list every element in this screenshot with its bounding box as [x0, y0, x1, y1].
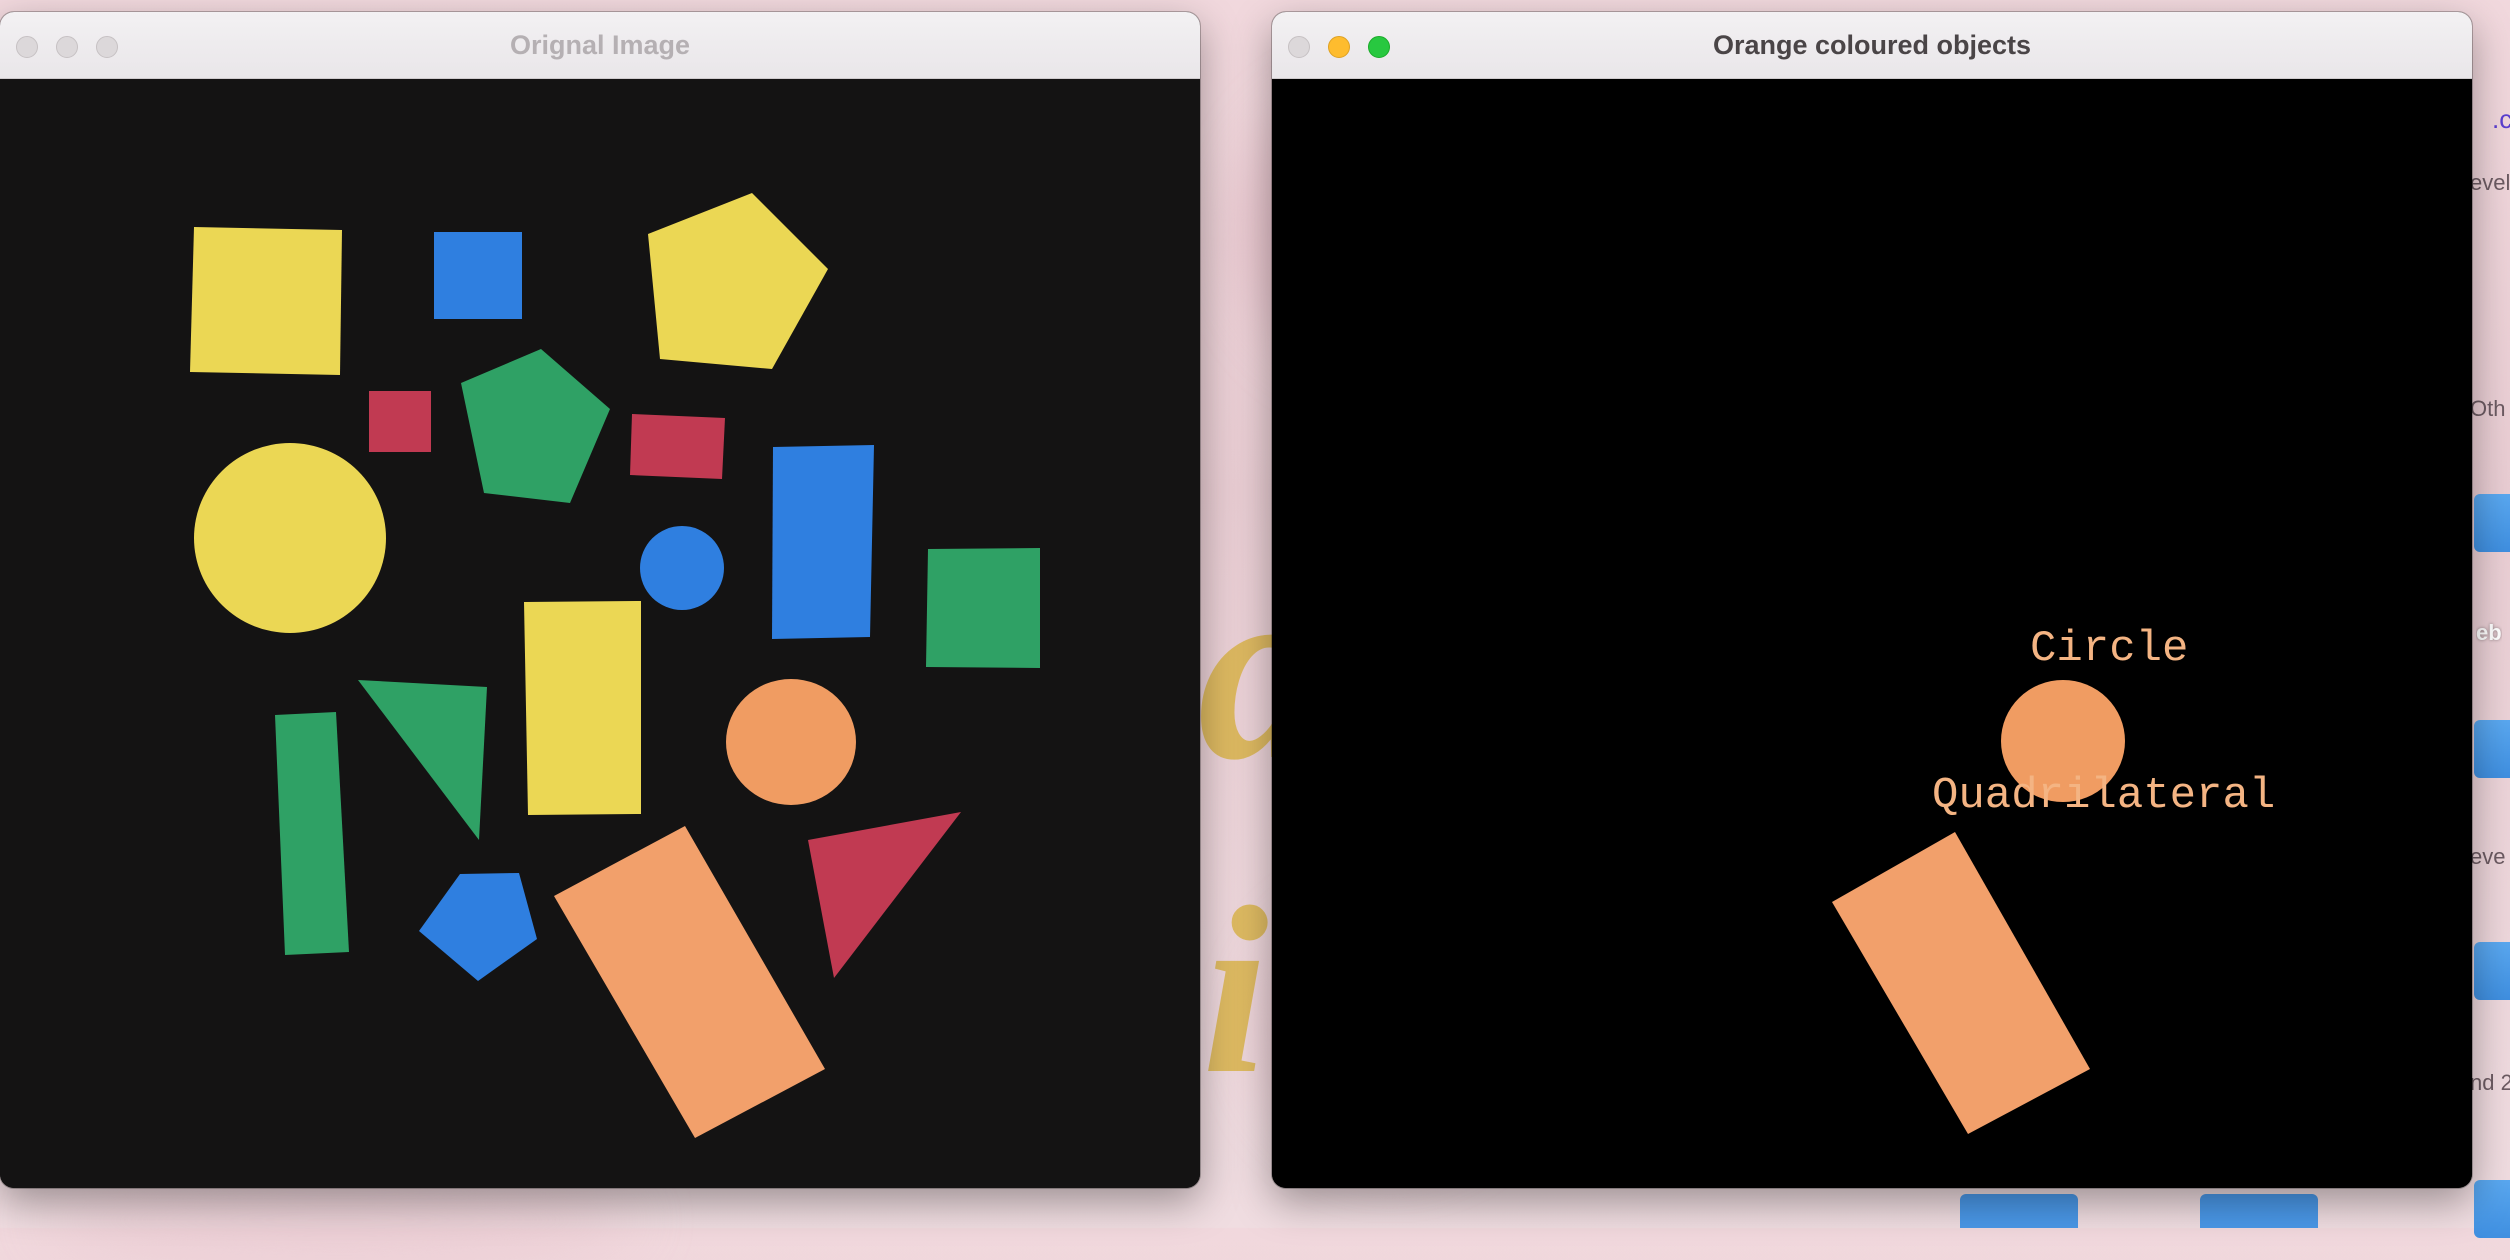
window-title: Orignal Image: [509, 30, 691, 60]
black-background: [1272, 79, 2472, 1188]
original-image-window[interactable]: Orignal Image: [0, 12, 1200, 1188]
green-square: [926, 548, 1040, 668]
circle-label: Circle: [2030, 624, 2188, 674]
strip-text-3: Oth: [2470, 396, 2506, 421]
folder-icon[interactable]: [2474, 720, 2510, 778]
blue-circle: [640, 526, 724, 610]
strip-text-4: eb: [2476, 620, 2502, 645]
background-window-strip: .c evel Oth eb eve nd 2: [2470, 70, 2510, 1238]
orange-mask-canvas: Circle Quadrilateral: [1272, 79, 2472, 1188]
folder-icon[interactable]: [2474, 942, 2510, 1000]
title-bar[interactable]: Orange coloured objects: [1272, 12, 2472, 79]
strip-text-5: eve: [2470, 844, 2506, 869]
blue-rectangle-tall: [772, 445, 874, 639]
red-rectangle: [630, 414, 725, 479]
title-bar[interactable]: Orignal Image: [0, 12, 1200, 79]
window-title: Orange coloured objects: [1712, 30, 2032, 60]
orange-objects-window[interactable]: Orange coloured objects Circle Quadrilat…: [1272, 12, 2472, 1188]
quadrilateral-label: Quadrilateral: [1932, 771, 2275, 821]
strip-text-2: evel: [2470, 170, 2510, 195]
yellow-rectangle: [524, 601, 641, 815]
strip-text-1: .c: [2492, 104, 2510, 134]
blue-square: [434, 232, 522, 319]
yellow-square: [190, 227, 342, 375]
background-folder-tab: [1960, 1194, 2078, 1228]
folder-icon[interactable]: [2474, 494, 2510, 552]
red-rectangle-small: [369, 391, 431, 452]
strip-text-6: nd 2: [2470, 1070, 2510, 1095]
background-folder-tab: [2200, 1194, 2318, 1228]
original-image-canvas: [0, 79, 1200, 1188]
orange-circle: [726, 679, 856, 805]
yellow-circle: [194, 443, 386, 633]
folder-icon[interactable]: [2474, 1180, 2510, 1238]
green-rectangle-tall: [275, 712, 349, 955]
